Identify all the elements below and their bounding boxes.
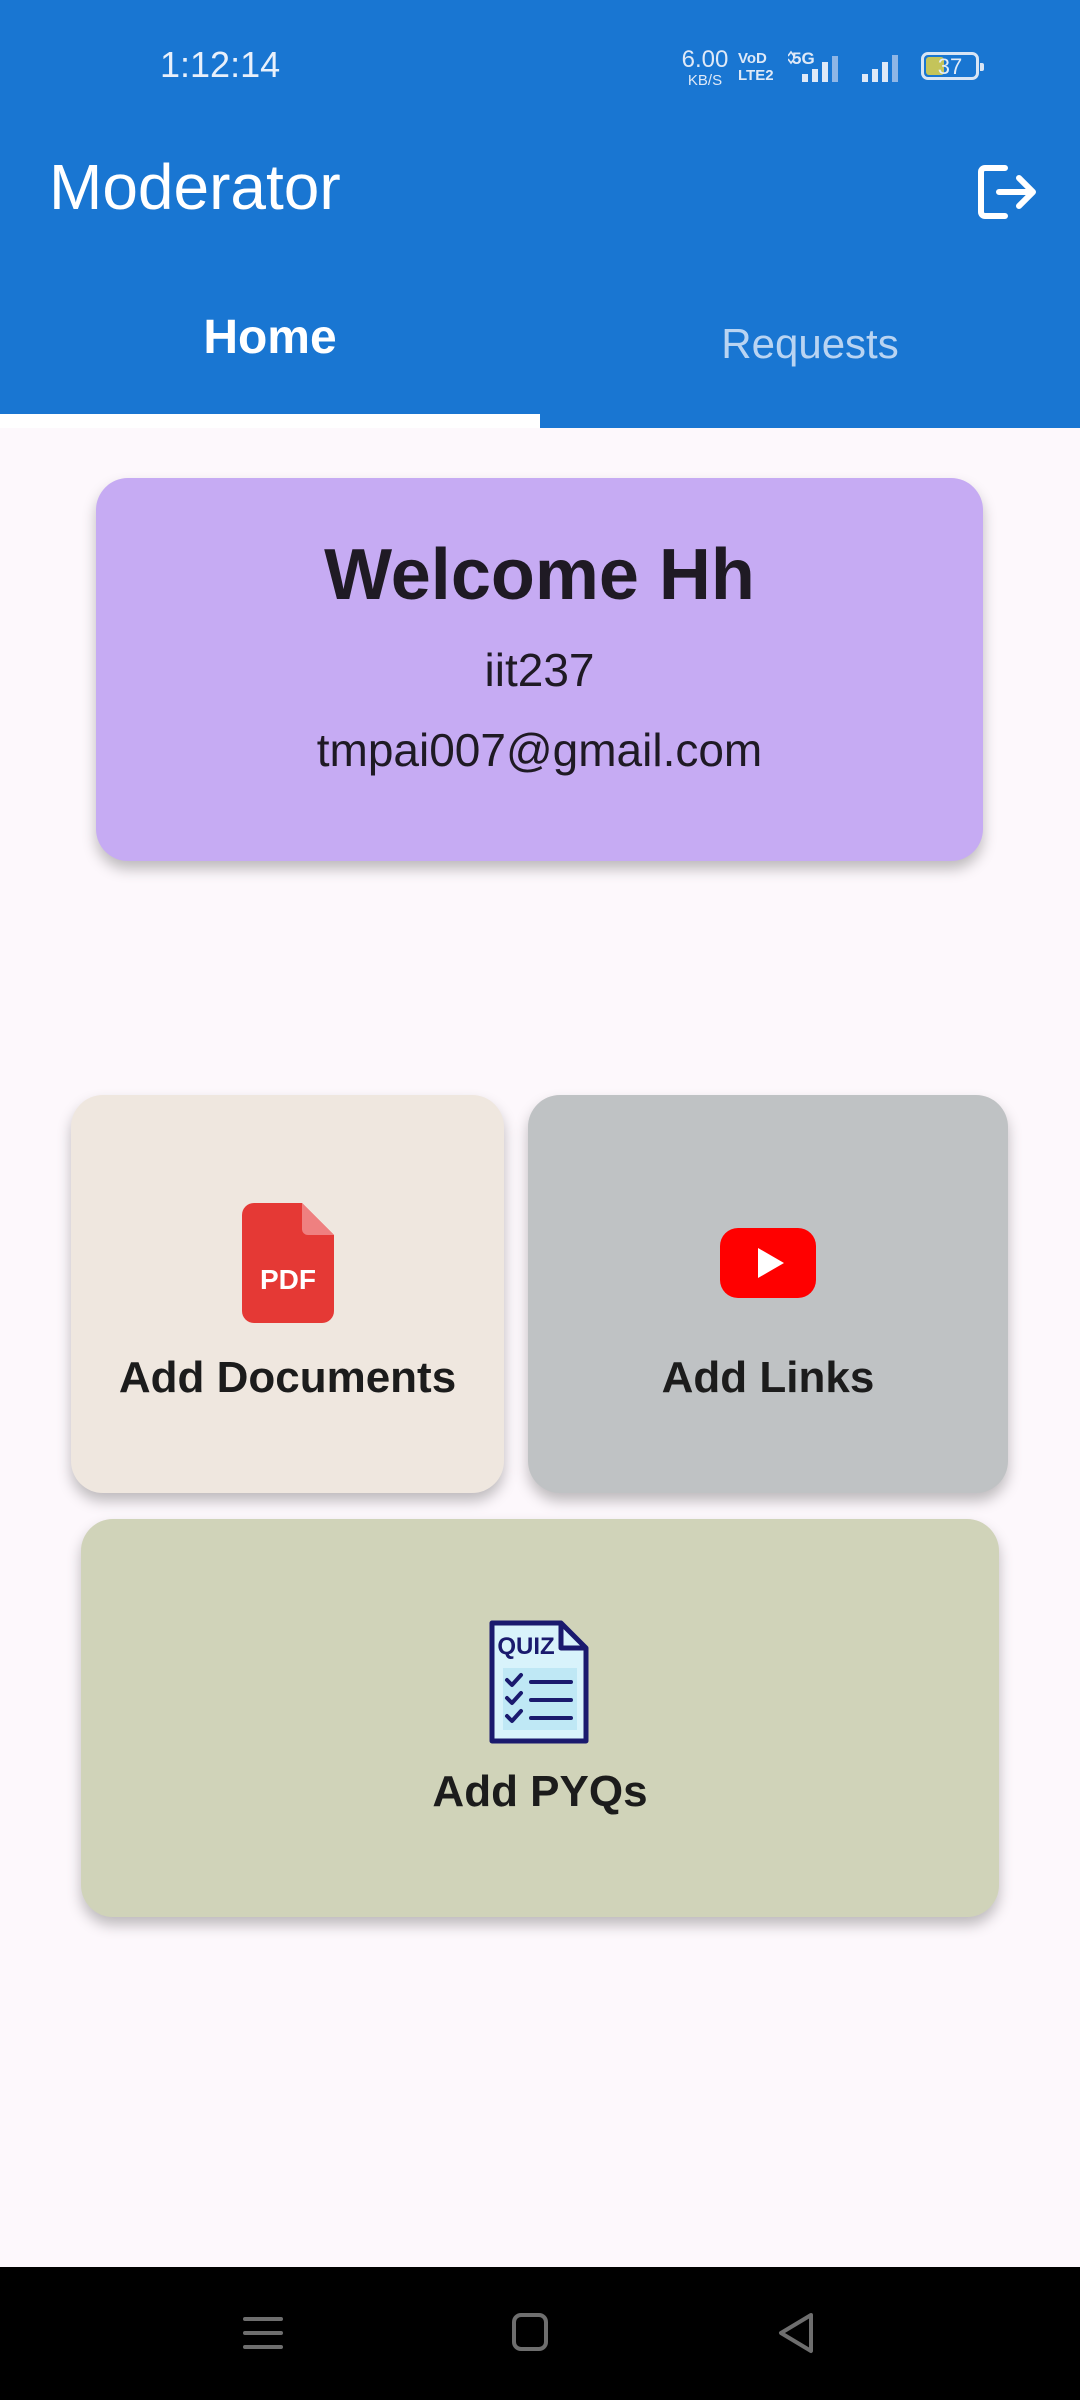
youtube-icon (720, 1228, 816, 1298)
add-links-card[interactable]: Add Links (528, 1095, 1008, 1493)
network-speed: 6.00 KB/S (677, 46, 733, 89)
logout-icon[interactable] (975, 160, 1039, 224)
tab-indicator (0, 414, 540, 428)
tab-requests[interactable]: Requests (540, 320, 1080, 368)
pdf-icon: PDF (242, 1203, 334, 1323)
signal-5g-icon: 5G (788, 49, 838, 82)
menu-icon[interactable] (233, 2305, 293, 2361)
svg-text:QUIZ: QUIZ (497, 1633, 554, 1660)
status-time: 1:12:14 (160, 44, 281, 85)
add-pyqs-label: Add PYQs (432, 1767, 648, 1816)
page-title: Moderator (49, 151, 341, 223)
battery-icon: 37 (921, 52, 984, 80)
back-icon[interactable] (767, 2305, 827, 2361)
add-links-label: Add Links (661, 1353, 875, 1402)
welcome-card: Welcome Hh iit237 tmpai007@gmail.com (96, 478, 983, 861)
system-nav-bar (0, 2267, 1080, 2400)
battery-level: 37 (937, 54, 963, 79)
add-pyqs-card[interactable]: QUIZ Add PYQs (81, 1519, 999, 1917)
quiz-icon: QUIZ (489, 1620, 589, 1744)
speed-value: 6.00 (681, 46, 729, 73)
app-bar: 1:12:14 6.00 KB/S VoD LTE2 5G 37 Moderat… (0, 0, 1080, 428)
add-documents-card[interactable]: PDF Add Documents (71, 1095, 504, 1493)
add-documents-label: Add Documents (118, 1353, 457, 1402)
svg-text:PDF: PDF (260, 1264, 316, 1295)
tab-home[interactable]: Home (0, 310, 540, 365)
user-id: iit237 (484, 644, 595, 696)
signal-icon (862, 55, 898, 82)
volte-indicator: VoD LTE2 (738, 50, 774, 84)
home-icon[interactable] (500, 2305, 560, 2361)
speed-unit: KB/S (687, 72, 723, 89)
status-bar: 1:12:14 6.00 KB/S VoD LTE2 5G 37 (0, 0, 1080, 135)
network-label: 5G (792, 49, 815, 68)
welcome-title: Welcome Hh (324, 535, 755, 615)
user-email: tmpai007@gmail.com (316, 724, 763, 776)
